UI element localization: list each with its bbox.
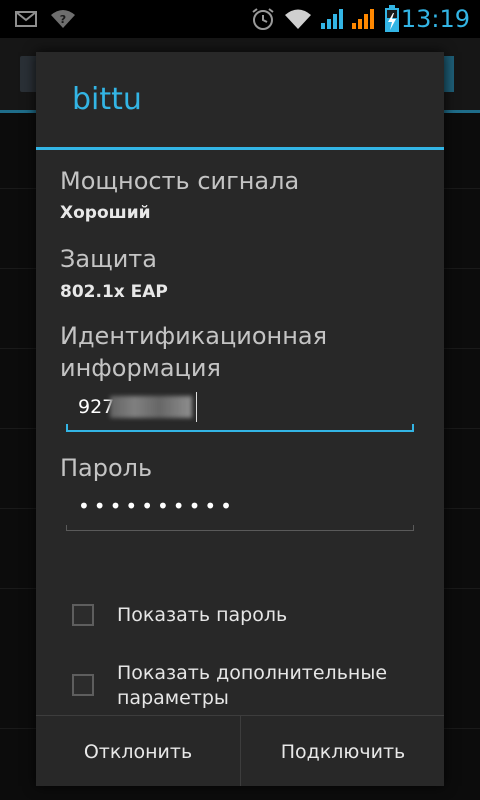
wifi-question-icon: ? — [50, 0, 76, 38]
connect-button[interactable]: Подключить — [241, 716, 444, 786]
wifi-dialog: bittu Мощность сигнала Хороший Защита 80… — [36, 52, 444, 786]
svg-text:?: ? — [60, 13, 66, 26]
status-bar: ? 13:19 — [0, 0, 480, 38]
background-action-button — [444, 56, 454, 92]
wifi-signal-icon — [284, 0, 312, 38]
security-label: Защита — [60, 245, 157, 273]
password-label: Пароль — [60, 454, 153, 482]
title-divider — [36, 147, 444, 150]
dialog-button-bar: Отклонить Подключить — [36, 715, 444, 786]
underline-tick — [66, 525, 67, 531]
show-password-row[interactable]: Показать пароль — [36, 600, 444, 630]
show-password-label: Показать пароль — [117, 604, 288, 626]
cell-signal-orange-icon — [351, 0, 375, 38]
identity-input-value: 927 — [78, 396, 115, 418]
status-time: 13:19 — [400, 5, 470, 33]
password-input-value: •••••••••• — [78, 494, 236, 518]
underline-tick — [412, 424, 414, 432]
identity-label: Идентификационная информация — [60, 322, 328, 382]
identity-input[interactable]: 927 — [66, 386, 414, 432]
underline-tick — [413, 525, 414, 531]
dialog-title: bittu — [72, 82, 142, 117]
cell-signal-icon — [320, 0, 344, 38]
screen: ? 13:19 bittu Мощность сигнала Хороший З… — [0, 0, 480, 800]
advanced-options-checkbox[interactable] — [72, 674, 94, 696]
email-icon — [14, 0, 38, 38]
battery-charging-icon — [381, 0, 403, 38]
text-cursor — [196, 392, 197, 422]
cancel-button[interactable]: Отклонить — [36, 716, 240, 786]
signal-strength-label: Мощность сигнала — [60, 167, 300, 195]
underline-tick — [66, 424, 68, 432]
redacted-text — [110, 396, 192, 418]
signal-strength-value: Хороший — [60, 203, 151, 223]
advanced-options-row[interactable]: Показать дополнительные параметры — [36, 660, 444, 714]
security-value: 802.1x EAP — [60, 282, 168, 302]
alarm-icon — [250, 0, 276, 38]
show-password-checkbox[interactable] — [72, 604, 94, 626]
password-input-underline — [66, 530, 414, 531]
password-input[interactable]: •••••••••• — [66, 485, 414, 531]
identity-input-underline — [66, 430, 414, 432]
advanced-options-label: Показать дополнительные параметры — [117, 662, 388, 709]
